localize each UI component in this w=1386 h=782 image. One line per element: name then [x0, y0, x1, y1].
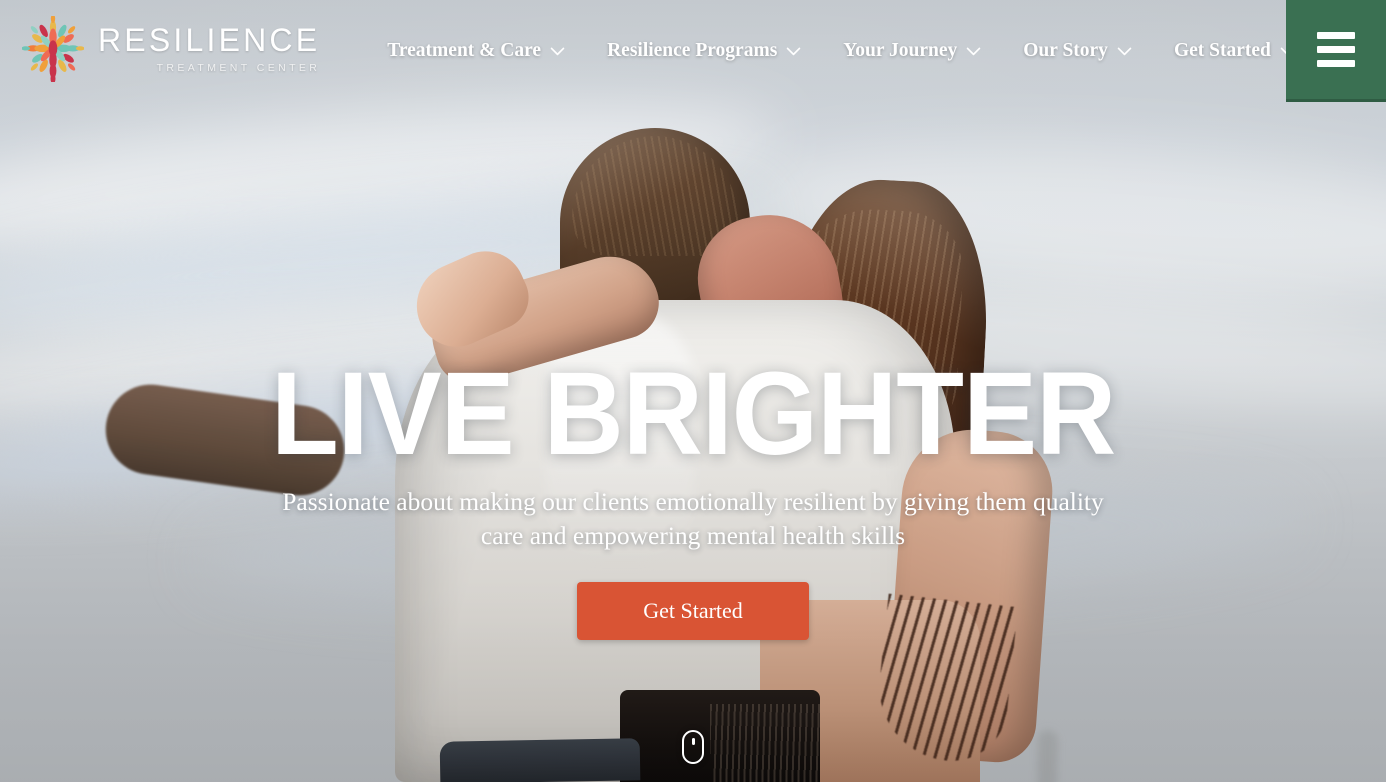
logo-tagline: TREATMENT CENTER — [156, 62, 321, 75]
logo[interactable]: RESILIENCE TREATMENT CENTER — [21, 14, 321, 84]
page-root: RESILIENCE TREATMENT CENTER Treatment & … — [0, 0, 1386, 782]
nav-item-treatment-and-care[interactable]: Treatment & Care — [366, 40, 586, 62]
logo-title: RESILIENCE — [98, 21, 321, 58]
hamburger-menu-button[interactable] — [1286, 0, 1386, 102]
hamburger-menu-icon — [1317, 32, 1355, 67]
nav-item-label: Resilience Programs — [607, 40, 778, 61]
site-header: RESILIENCE TREATMENT CENTER Treatment & … — [0, 0, 1386, 102]
chevron-down-icon — [550, 47, 565, 56]
resilience-burst-logo-icon — [21, 14, 85, 84]
scroll-mouse-icon[interactable] — [682, 730, 704, 764]
primary-navigation: Treatment & Care Resilience Programs You… — [366, 40, 1316, 62]
get-started-button[interactable]: Get Started — [577, 581, 809, 640]
embracing-couple-photo — [0, 0, 1386, 782]
nav-item-label: Our Story — [1023, 40, 1108, 61]
nav-item-your-journey[interactable]: Your Journey — [822, 40, 1002, 62]
chevron-down-icon — [966, 47, 981, 56]
nav-item-label: Treatment & Care — [387, 40, 542, 61]
scroll-wheel-dot — [691, 738, 695, 745]
nav-item-label: Get Started — [1173, 40, 1271, 61]
nav-item-resilience-programs[interactable]: Resilience Programs — [586, 40, 822, 62]
chevron-down-icon — [786, 47, 801, 56]
nav-item-label: Your Journey — [843, 40, 958, 61]
chevron-down-icon — [1117, 47, 1132, 56]
nav-item-our-story[interactable]: Our Story — [1002, 40, 1153, 62]
hero-background-image — [0, 0, 1386, 782]
